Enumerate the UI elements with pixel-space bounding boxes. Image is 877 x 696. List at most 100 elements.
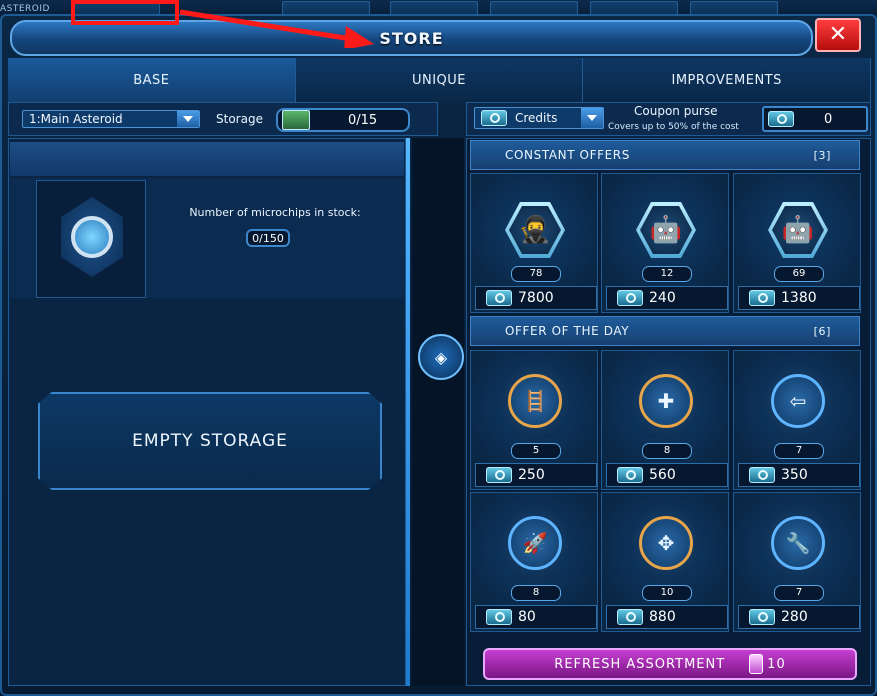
offer-card[interactable]: 🤖 69 1380 — [733, 173, 861, 313]
currency-dropdown-value: Credits — [515, 111, 558, 125]
credit-icon — [486, 609, 512, 625]
wrench-ship-icon: 🔧 — [762, 507, 834, 579]
shield-arrow-icon: ⇦ — [762, 365, 834, 437]
ladder-upgrade-icon: 🪜 — [499, 365, 571, 437]
tab-improvements[interactable]: IMPROVEMENTS — [583, 58, 872, 102]
offer-price: 1380 — [781, 290, 817, 306]
asteroid-dropdown-value: 1:Main Asteroid — [29, 112, 123, 126]
spread-arrows-icon: ✥ — [630, 507, 702, 579]
offer-of-day-header: OFFER OF THE DAY [6] — [470, 316, 860, 346]
offer-of-day-title: OFFER OF THE DAY — [505, 324, 630, 338]
offer-price: 240 — [649, 290, 676, 306]
tab-unique[interactable]: UNIQUE — [295, 58, 584, 102]
store-tabs: BASE UNIQUE IMPROVEMENTS — [8, 58, 872, 102]
buy-button[interactable]: 240 — [606, 286, 728, 310]
credit-icon — [749, 467, 775, 483]
offer-quantity: 78 — [511, 266, 561, 282]
microchip-icon — [61, 197, 123, 277]
storage-counter: 0/15 — [276, 108, 410, 132]
offer-quantity: 8 — [642, 443, 692, 459]
chevron-down-icon — [177, 111, 199, 127]
stock-label: Number of microchips in stock: — [189, 206, 361, 219]
offer-of-day-count: [6] — [813, 324, 831, 338]
storage-label: Storage — [216, 112, 263, 126]
asteroid-dropdown[interactable]: 1:Main Asteroid — [22, 110, 200, 128]
coupon-value: 0 — [824, 111, 833, 127]
close-icon: ✕ — [828, 22, 848, 47]
offer-price: 880 — [649, 609, 676, 625]
microchip-slot — [36, 180, 146, 298]
coupon-icon — [768, 111, 794, 127]
annotation-highlight-box — [71, 0, 179, 25]
buy-button[interactable]: 880 — [606, 605, 728, 629]
gold-robot-icon: 🤖 — [768, 202, 828, 258]
offer-price: 250 — [518, 467, 545, 483]
offer-quantity: 69 — [774, 266, 824, 282]
offer-quantity: 8 — [511, 585, 561, 601]
buy-button[interactable]: 80 — [475, 605, 597, 629]
credit-icon — [617, 467, 643, 483]
toggle-panel-button[interactable]: ◈ — [418, 334, 464, 380]
crystal-icon — [749, 654, 764, 674]
credit-icon — [617, 290, 643, 306]
credit-icon — [749, 609, 775, 625]
buy-button[interactable]: 1380 — [738, 286, 860, 310]
buy-button[interactable]: 280 — [738, 605, 860, 629]
credit-icon — [749, 290, 775, 306]
annotation-arrow-icon — [179, 9, 374, 48]
offer-card[interactable]: ⇦ 7 350 — [733, 350, 861, 490]
asteroid-tag: ASTEROID — [0, 4, 50, 14]
credit-icon — [617, 609, 643, 625]
buy-button[interactable]: 350 — [738, 463, 860, 487]
hooded-agent-icon: 🥷 — [505, 202, 565, 258]
refresh-cost: 10 — [767, 656, 786, 672]
offer-price: 560 — [649, 467, 676, 483]
offer-quantity: 7 — [774, 443, 824, 459]
divider-line — [406, 138, 410, 686]
store-title-bar: STORE — [10, 20, 813, 56]
constant-offers-header: CONSTANT OFFERS [3] — [470, 140, 860, 170]
refresh-assortment-button[interactable]: REFRESH ASSORTMENT 10 — [483, 648, 857, 680]
offer-price: 80 — [518, 609, 536, 625]
credit-icon — [486, 467, 512, 483]
offer-card[interactable]: 🔧 7 280 — [733, 492, 861, 632]
offer-price: 350 — [781, 467, 808, 483]
diamond-arrows-icon: ◈ — [434, 347, 448, 367]
coupon-title: Coupon purse — [634, 104, 718, 118]
panel-divider — [412, 138, 464, 686]
credit-icon — [486, 290, 512, 306]
stock-value: 0/150 — [246, 229, 290, 247]
buy-button[interactable]: 560 — [606, 463, 728, 487]
constant-offers-count: [3] — [813, 148, 831, 162]
currency-dropdown[interactable]: Credits — [474, 107, 604, 129]
coupon-counter: 0 — [762, 106, 868, 132]
offer-quantity: 5 — [511, 443, 561, 459]
coupon-subtitle: Covers up to 50% of the cost — [608, 122, 739, 132]
storage-panel-header — [10, 142, 404, 176]
chevron-down-icon — [581, 108, 603, 128]
repair-tool-icon: ✚ — [630, 365, 702, 437]
close-button[interactable]: ✕ — [815, 18, 861, 52]
offer-card[interactable]: 🪜 5 250 — [470, 350, 598, 490]
empty-storage-button[interactable]: EMPTY STORAGE — [38, 392, 382, 490]
offer-card[interactable]: ✥ 10 880 — [601, 492, 729, 632]
refresh-label: REFRESH ASSORTMENT — [554, 656, 726, 672]
offer-card[interactable]: 🚀 8 80 — [470, 492, 598, 632]
storage-crate-icon — [282, 110, 310, 130]
offer-quantity: 12 — [642, 266, 692, 282]
offer-price: 7800 — [518, 290, 554, 306]
offer-card[interactable]: 🥷 78 7800 — [470, 173, 598, 313]
offer-card[interactable]: 🤖 12 240 — [601, 173, 729, 313]
offer-quantity: 7 — [774, 585, 824, 601]
buy-button[interactable]: 250 — [475, 463, 597, 487]
offer-price: 280 — [781, 609, 808, 625]
credit-icon — [481, 110, 507, 126]
buy-button[interactable]: 7800 — [475, 286, 597, 310]
missile-icon: 🚀 — [499, 507, 571, 579]
constant-offers-title: CONSTANT OFFERS — [505, 148, 630, 162]
offer-card[interactable]: ✚ 8 560 — [601, 350, 729, 490]
storage-value: 0/15 — [348, 112, 378, 128]
offer-quantity: 10 — [642, 585, 692, 601]
store-title: STORE — [379, 28, 444, 48]
tab-base[interactable]: BASE — [8, 58, 296, 102]
